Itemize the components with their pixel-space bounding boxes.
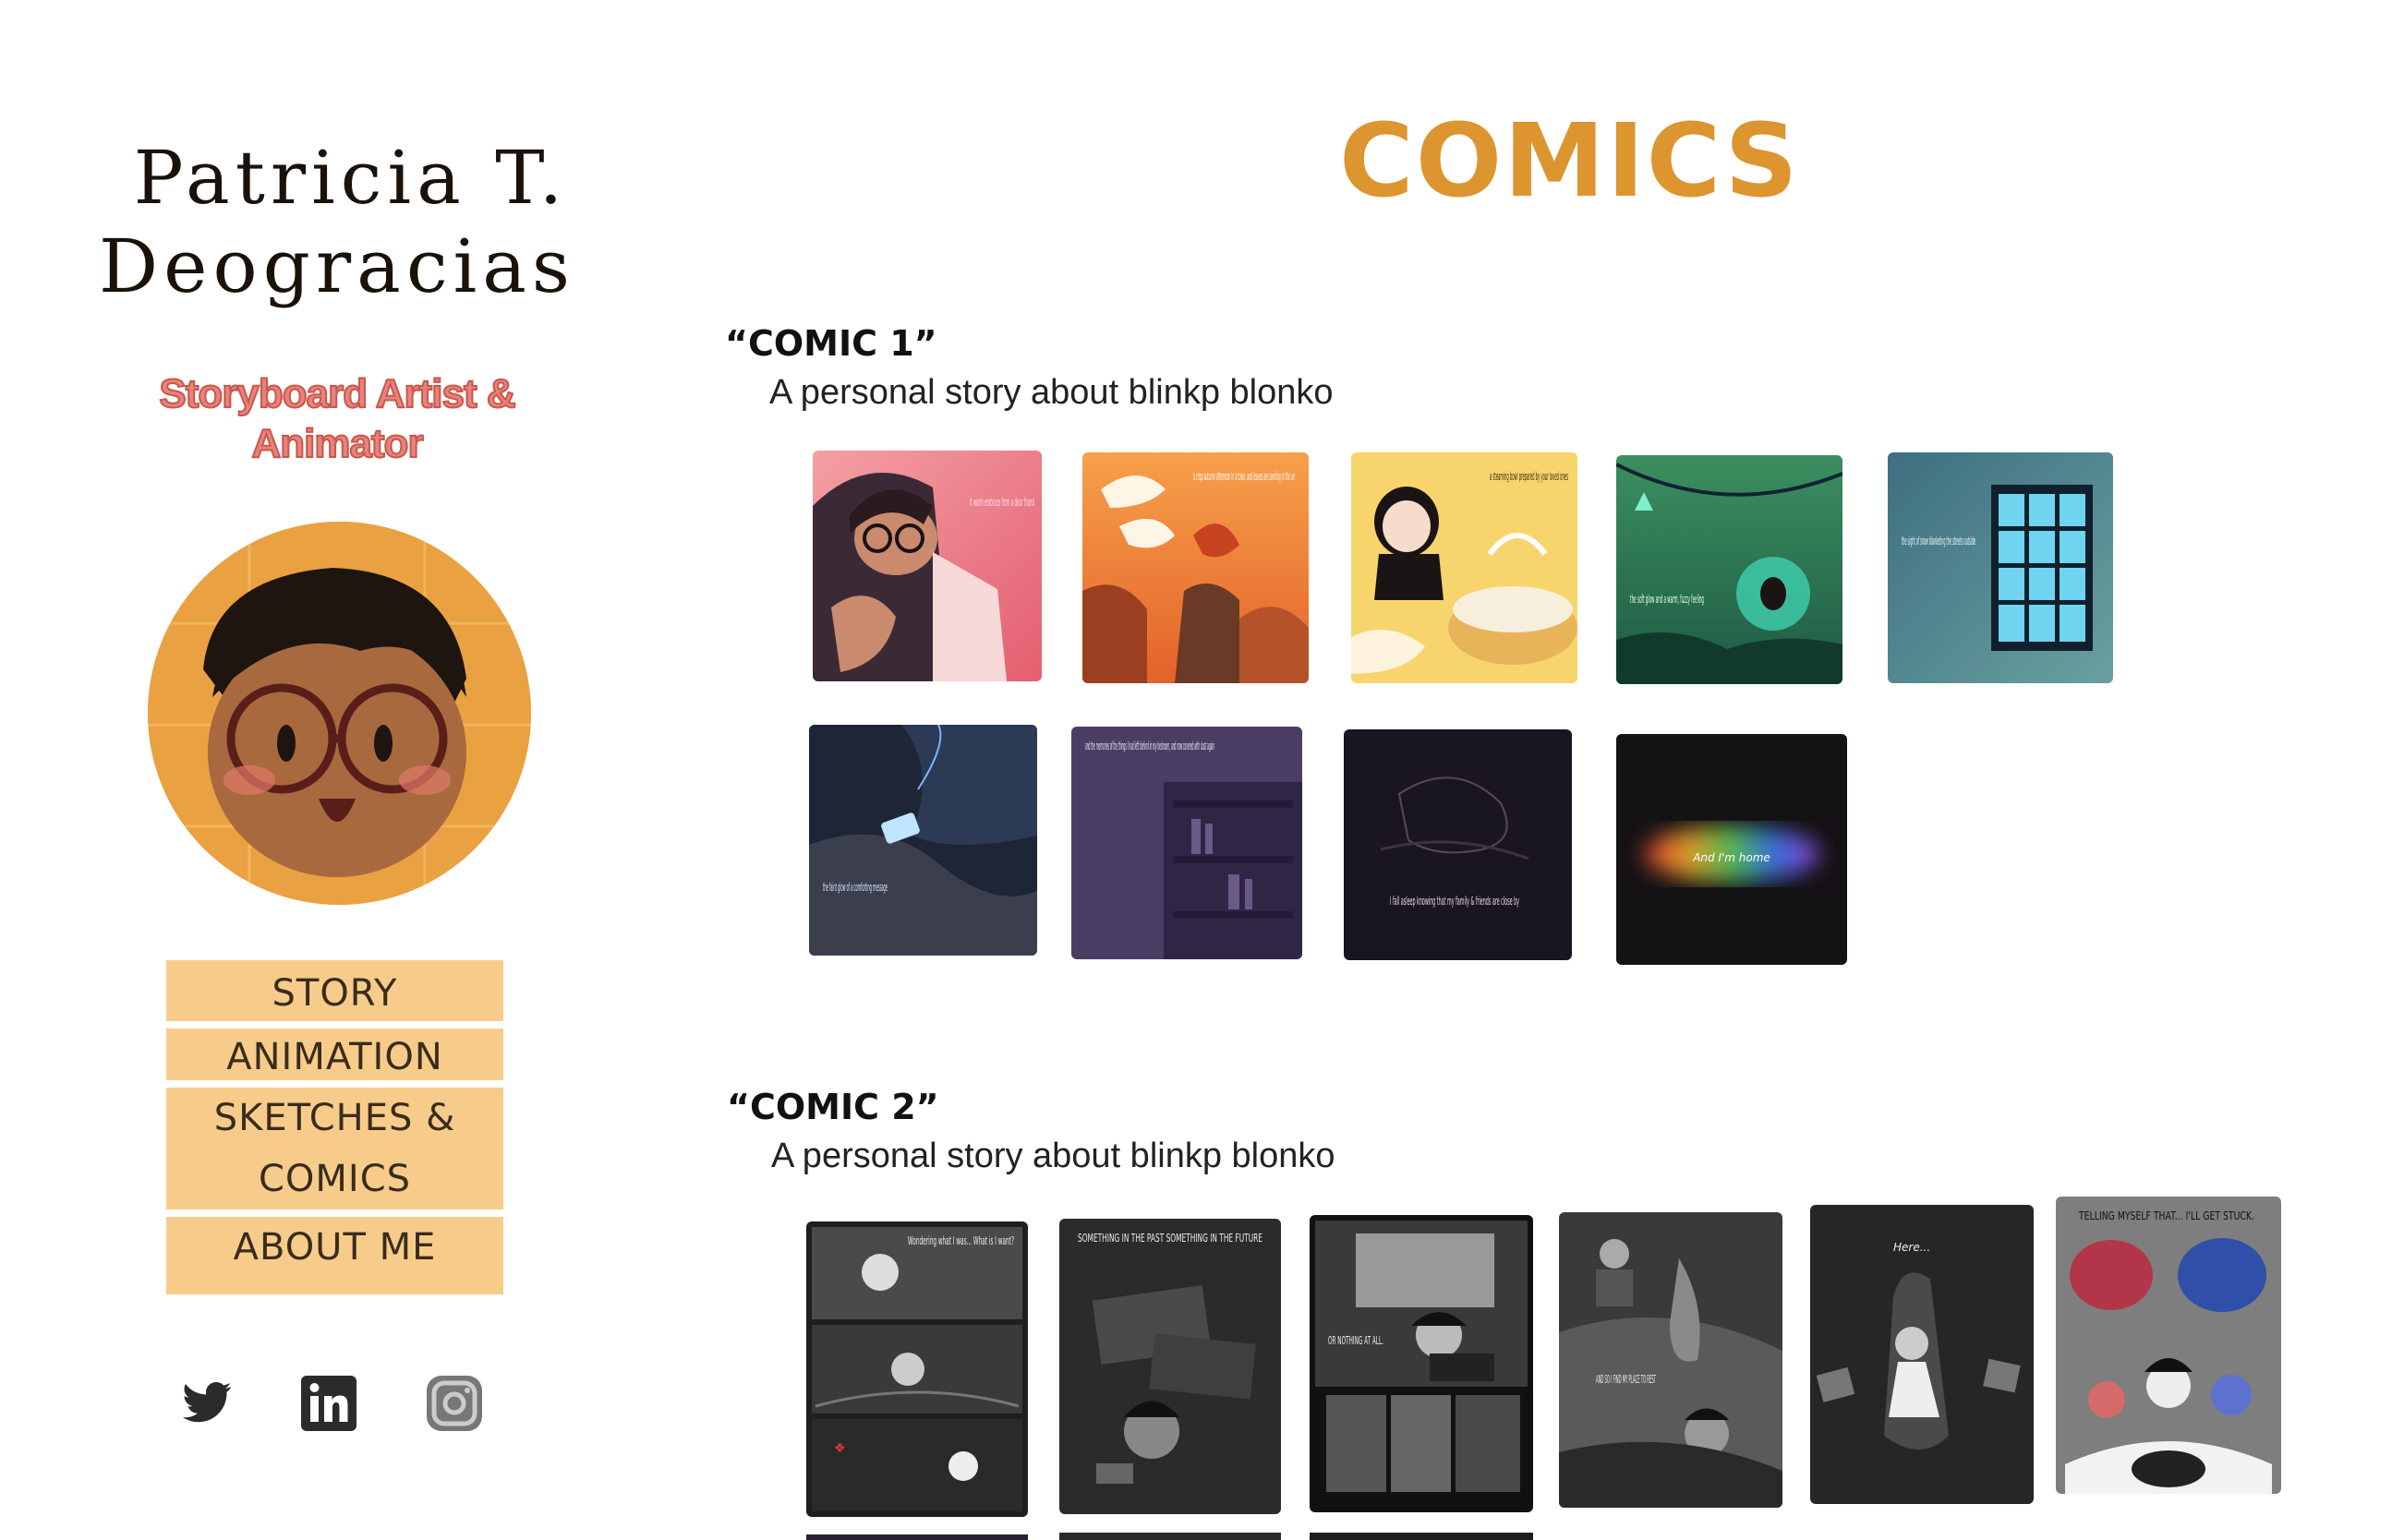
instagram-icon[interactable]	[425, 1374, 484, 1433]
comic-2-panel[interactable]: Here...	[1810, 1205, 2034, 1504]
panel-caption: Wondering what I was... What is I want?	[908, 1234, 1014, 1247]
comic-2-panel[interactable]: TELLING MYSELF THAT... I'LL GET STUCK.	[2056, 1197, 2281, 1494]
panel-caption: OR NOTHING AT ALL.	[1328, 1334, 1383, 1347]
comic-2-title: “COMIC 2”	[727, 1087, 939, 1127]
comic-1-panel[interactable]: it warm embrace from a dear friend	[813, 451, 1042, 681]
comic-1-panel[interactable]: a crisp autumn afternoon in a town, and …	[1082, 452, 1309, 683]
nav-story[interactable]: STORY	[166, 960, 503, 1021]
comic-1-panel[interactable]: And I'm home	[1616, 734, 1847, 965]
linkedin-icon[interactable]	[299, 1374, 358, 1433]
panel-caption: and the memories of the things I had lef…	[1085, 740, 1214, 752]
main-nav: STORY ANIMATION SKETCHES & COMICS ABOUT …	[166, 960, 503, 1294]
logo-name-first: Patricia T.	[133, 135, 569, 221]
comic-2-panel[interactable]: SOMETHING IN THE PAST SOMETHING IN THE F…	[1059, 1219, 1281, 1514]
comic-2-panel[interactable]: AND SO I FIND MY PLACE TO REST	[1559, 1212, 1782, 1508]
nav-about-me[interactable]: ABOUT ME	[166, 1217, 503, 1294]
site-logo[interactable]: Patricia T. Deogracias	[97, 134, 577, 311]
avatar-illustration	[148, 522, 531, 905]
nav-divider	[166, 1021, 503, 1029]
comic-2-description: A personal story about blinkp blonko	[771, 1137, 1335, 1175]
logo-name-last: Deogracias	[99, 223, 575, 309]
comic-1-description: A personal story about blinkp blonko	[769, 373, 1334, 412]
nav-animation[interactable]: ANIMATION	[166, 1029, 503, 1080]
panel-caption: the soft glow and a warm, fuzzy feeling	[1630, 593, 1704, 606]
comic-2-panel[interactable]: OR NOTHING AT ALL.	[1310, 1215, 1533, 1512]
comic-1-panel[interactable]: the faint glow of a comforting message	[809, 725, 1037, 956]
panel-caption: SOMETHING IN THE PAST SOMETHING IN THE F…	[1078, 1232, 1262, 1245]
twitter-icon[interactable]	[177, 1374, 236, 1433]
panel-caption: it warm embrace from a dear friend	[970, 496, 1034, 509]
nav-divider	[166, 1080, 503, 1088]
comic-2-panel[interactable]	[1059, 1533, 1281, 1540]
comic-1-panel[interactable]: I fall asleep knowing that my family & f…	[1344, 729, 1572, 960]
comic-1-panel[interactable]: the sight of snow blanketing the streets…	[1888, 452, 2113, 683]
avatar	[148, 522, 531, 905]
panel-caption: the faint glow of a comforting message	[823, 881, 888, 894]
svg-text:❖: ❖	[834, 1441, 846, 1456]
comic-2-panel[interactable]	[1310, 1533, 1533, 1540]
nav-sketches-comics[interactable]: SKETCHES & COMICS	[166, 1088, 503, 1209]
comic-1-panel[interactable]: the soft glow and a warm, fuzzy feeling	[1616, 455, 1842, 684]
panel-caption: the sight of snow blanketing the streets…	[1902, 535, 1975, 547]
panel-caption: And I'm home	[1692, 851, 1770, 864]
comic-1-panel[interactable]: and the memories of the things I had lef…	[1071, 727, 1302, 959]
panel-caption: Here...	[1893, 1241, 1930, 1254]
comic-1-title: “COMIC 1”	[725, 323, 937, 364]
panel-caption: I fall asleep knowing that my family & f…	[1390, 895, 1519, 908]
site-tagline: Storyboard Artist & Animator	[158, 370, 516, 467]
comic-2-panel[interactable]: Wondering what I was... What is I want? …	[806, 1221, 1028, 1517]
panel-caption: a crisp autumn afternoon in a town, and …	[1193, 470, 1295, 483]
comic-2-panel[interactable]	[806, 1534, 1028, 1540]
comic-1-panel[interactable]: a steaming bowl prepared by your loved o…	[1351, 452, 1577, 683]
panel-caption: a steaming bowl prepared by your loved o…	[1490, 470, 1568, 483]
panel-caption: TELLING MYSELF THAT... I'LL GET STUCK.	[2078, 1209, 2254, 1222]
page-title: COMICS	[1339, 102, 1800, 220]
panel-caption: AND SO I FIND MY PLACE TO REST	[1596, 1373, 1656, 1386]
nav-divider	[166, 1209, 503, 1217]
